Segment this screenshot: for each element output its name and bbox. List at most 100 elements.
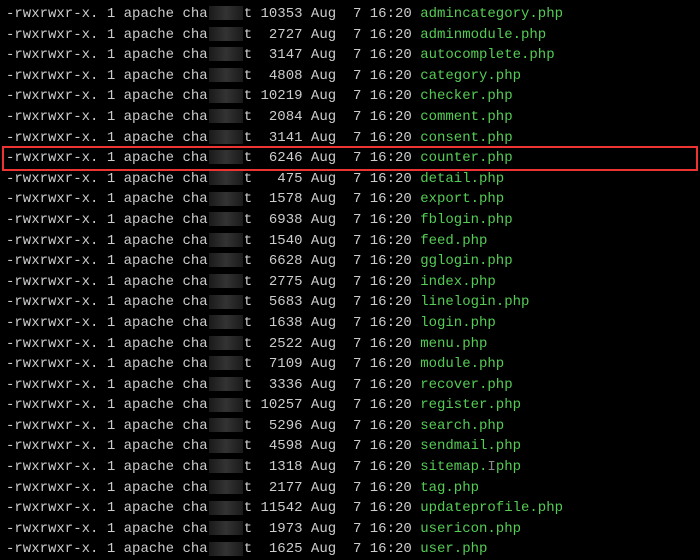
group-suffix: t [244,500,252,516]
filename: autocomplete.php [420,47,554,63]
time: 16:20 [370,294,412,310]
month: Aug [311,88,336,104]
link-count: 1 [107,356,115,372]
owner: apache [124,397,174,413]
month: Aug [311,315,336,331]
file-row: -rwxrwxr-x. 1 apache chat 1578 Aug 7 16:… [6,189,694,210]
month: Aug [311,253,336,269]
filename: gglogin.php [420,253,512,269]
day: 7 [345,356,362,372]
file-row: -rwxrwxr-x. 1 apache chat 2084 Aug 7 16:… [6,107,694,128]
file-size: 1318 [261,459,303,475]
group-suffix: t [244,459,252,475]
filename: admincategory.php [420,6,563,22]
file-row: -rwxrwxr-x. 1 apache chat 2177 Aug 7 16:… [6,478,694,499]
day: 7 [345,500,362,516]
redacted-block [209,398,243,412]
file-size: 4808 [261,68,303,84]
month: Aug [311,150,336,166]
group-suffix: t [244,233,252,249]
month: Aug [311,130,336,146]
file-row: -rwxrwxr-x. 1 apache chat 2522 Aug 7 16:… [6,334,694,355]
group-prefix: cha [182,500,207,516]
permissions: -rwxrwxr-x. [6,233,98,249]
filename: recover.php [420,377,512,393]
day: 7 [345,88,362,104]
file-row: -rwxrwxr-x. 1 apache chat 1540 Aug 7 16:… [6,231,694,252]
month: Aug [311,212,336,228]
owner: apache [124,150,174,166]
time: 16:20 [370,438,412,454]
file-row: -rwxrwxr-x. 1 apache chat 10353 Aug 7 16… [6,4,694,25]
day: 7 [345,521,362,537]
time: 16:20 [370,521,412,537]
file-size: 2727 [261,27,303,43]
redacted-block [209,171,243,185]
owner: apache [124,191,174,207]
link-count: 1 [107,253,115,269]
permissions: -rwxrwxr-x. [6,212,98,228]
redacted-block [209,521,243,535]
group-suffix: t [244,130,252,146]
redacted-block [209,274,243,288]
group-prefix: cha [182,336,207,352]
link-count: 1 [107,274,115,290]
group-suffix: t [244,27,252,43]
file-row: -rwxrwxr-x. 1 apache chat 7109 Aug 7 16:… [6,354,694,375]
redacted-block [209,109,243,123]
group-suffix: t [244,377,252,393]
month: Aug [311,274,336,290]
redacted-block [209,439,243,453]
file-size: 4598 [261,438,303,454]
link-count: 1 [107,191,115,207]
group-prefix: cha [182,294,207,310]
group-prefix: cha [182,171,207,187]
time: 16:20 [370,274,412,290]
file-row: -rwxrwxr-x. 1 apache chat 1318 Aug 7 16:… [6,457,694,478]
filename: feed.php [420,233,487,249]
time: 16:20 [370,356,412,372]
permissions: -rwxrwxr-x. [6,418,98,434]
group-prefix: cha [182,356,207,372]
time: 16:20 [370,27,412,43]
filename: search.php [420,418,504,434]
time: 16:20 [370,336,412,352]
month: Aug [311,459,336,475]
day: 7 [345,377,362,393]
filename: adminmodule.php [420,27,546,43]
permissions: -rwxrwxr-x. [6,171,98,187]
group-prefix: cha [182,459,207,475]
time: 16:20 [370,377,412,393]
group-prefix: cha [182,212,207,228]
link-count: 1 [107,336,115,352]
redacted-block [209,192,243,206]
file-size: 1625 [261,541,303,557]
filename: counter.php [420,150,512,166]
month: Aug [311,500,336,516]
group-suffix: t [244,315,252,331]
time: 16:20 [370,68,412,84]
day: 7 [345,150,362,166]
file-row: -rwxrwxr-x. 1 apache chat 10257 Aug 7 16… [6,395,694,416]
owner: apache [124,109,174,125]
link-count: 1 [107,418,115,434]
day: 7 [345,418,362,434]
group-suffix: t [244,336,252,352]
day: 7 [345,6,362,22]
redacted-block [209,377,243,391]
group-suffix: t [244,109,252,125]
group-suffix: t [244,274,252,290]
file-row: -rwxrwxr-x. 1 apache chat 11542 Aug 7 16… [6,498,694,519]
file-size: 3141 [261,130,303,146]
group-prefix: cha [182,418,207,434]
owner: apache [124,336,174,352]
group-suffix: t [244,294,252,310]
owner: apache [124,541,174,557]
permissions: -rwxrwxr-x. [6,6,98,22]
month: Aug [311,336,336,352]
day: 7 [345,459,362,475]
group-prefix: cha [182,397,207,413]
file-row: -rwxrwxr-x. 1 apache chat 3147 Aug 7 16:… [6,45,694,66]
file-size: 5296 [261,418,303,434]
filename: fblogin.php [420,212,512,228]
